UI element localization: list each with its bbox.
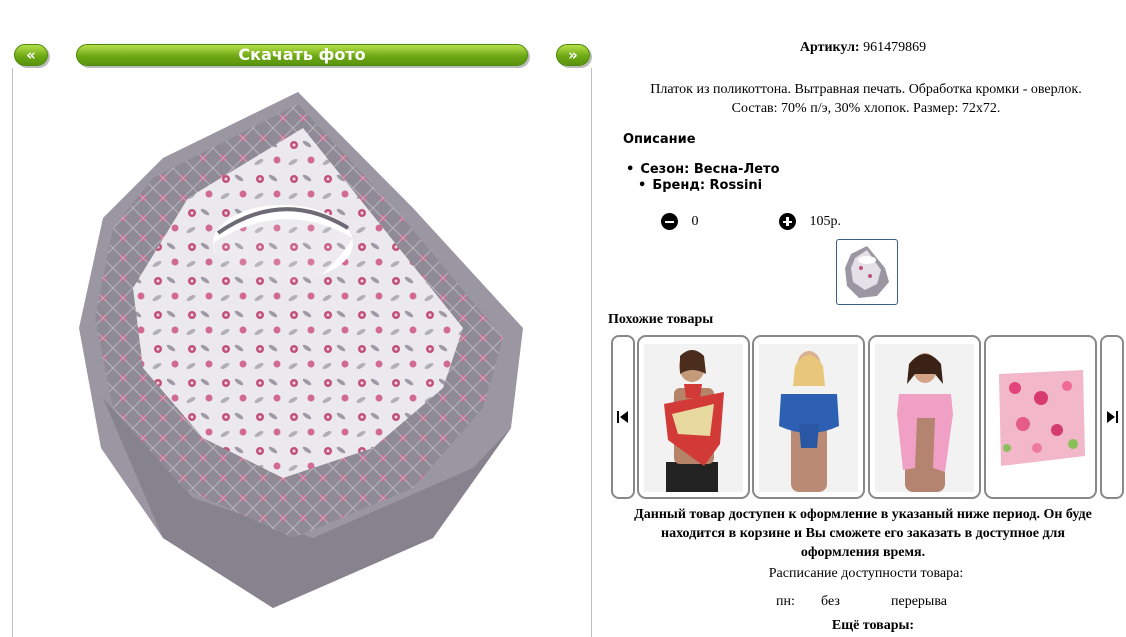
skip-back-icon — [617, 411, 628, 423]
scarf-image — [79, 92, 523, 608]
availability-notice: Данный товар доступен к оформление в ука… — [600, 505, 1126, 562]
scarf-thumbnail-image — [845, 246, 889, 298]
similar-item-card[interactable] — [752, 335, 865, 499]
similar-item-card[interactable] — [984, 335, 1097, 499]
photo-thumbnail[interactable] — [836, 239, 898, 305]
prev-photo-button[interactable]: « — [14, 44, 48, 66]
price-value: 105р. — [809, 213, 842, 229]
plus-icon[interactable] — [779, 213, 796, 230]
schedule-title: Расписание доступности товара: — [768, 566, 964, 581]
description-line: Состав: 70% п/э, 30% хлопок. Размер: 72х… — [731, 101, 1001, 116]
property-season: Сезон: Весна-Лето — [626, 162, 779, 178]
description-line: Платок из поликоттона. Вытравная печать.… — [650, 82, 1082, 97]
article-label: Артикул: — [799, 40, 860, 55]
property-list: Сезон: Весна-Лето Бренд: Rossini — [626, 162, 780, 194]
red-scarf-model-image — [644, 344, 743, 492]
pink-scarf-model-image — [875, 344, 974, 492]
download-photo-button[interactable]: Скачать фото — [76, 44, 528, 66]
similar-item-card[interactable] — [637, 335, 750, 499]
schedule-to: перерыва — [891, 594, 947, 609]
minus-icon[interactable] — [661, 213, 678, 230]
price-control: 105р. — [779, 213, 841, 230]
similar-products-title: Похожие товары — [608, 312, 714, 327]
article-line: Артикул: 961479869 — [600, 40, 1126, 56]
carousel-next-button[interactable] — [1100, 335, 1124, 499]
quantity-control: 0 — [661, 213, 699, 230]
product-photo[interactable] — [12, 68, 592, 637]
more-products-title: Ещё товары: — [831, 618, 915, 633]
floral-pink-scarf-image — [991, 344, 1090, 492]
notice-line: Данный товар доступен к оформление в ука… — [634, 507, 1092, 522]
schedule-from: без — [821, 594, 840, 609]
description-heading: Описание — [623, 132, 696, 147]
next-photo-button[interactable]: » — [556, 44, 590, 66]
carousel-prev-button[interactable] — [611, 335, 635, 499]
article-value: 961479869 — [863, 40, 927, 55]
property-brand: Бренд: Rossini — [626, 178, 780, 194]
schedule-day: пн: — [776, 594, 795, 609]
quantity-value: 0 — [691, 213, 699, 229]
notice-line: находится в корзине и Вы сможете его зак… — [661, 526, 1065, 541]
product-description: Платок из поликоттона. Вытравная печать.… — [610, 80, 1122, 118]
skip-forward-icon — [1107, 411, 1118, 423]
blue-scarf-model-image — [759, 344, 858, 492]
notice-line: оформления время. — [800, 545, 926, 560]
similar-item-card[interactable] — [868, 335, 981, 499]
